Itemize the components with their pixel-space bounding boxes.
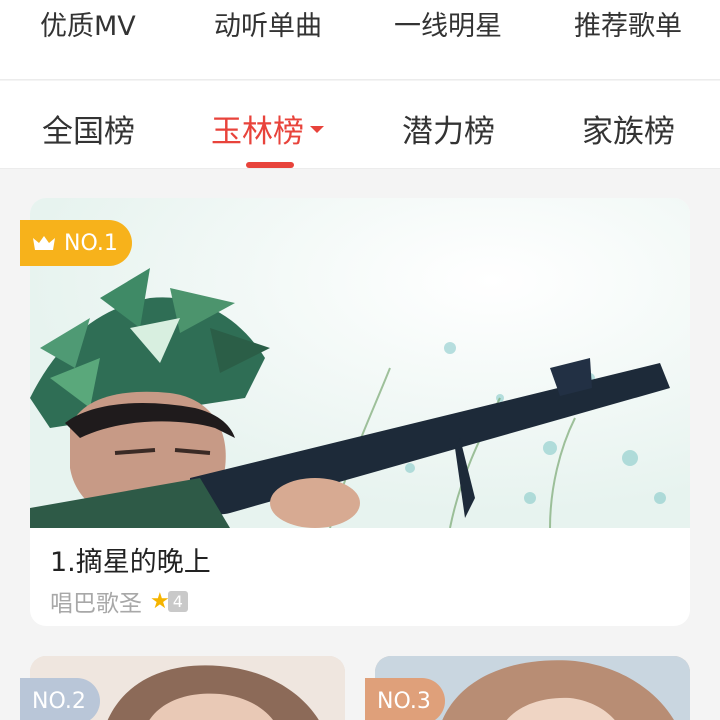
category-mv[interactable]: 优质MV — [40, 4, 136, 43]
tab-yulin[interactable]: 玉林榜 — [211, 106, 324, 151]
singer-level-badge: 4 — [167, 590, 188, 612]
rank-badge-3-label: NO.3 — [377, 688, 431, 714]
tab-potential[interactable]: 潜力榜 — [402, 106, 495, 151]
song-meta: 唱巴歌圣 ★ 4 — [50, 584, 188, 618]
top-category-bar: 优质MV 动听单曲 一线明星 推荐歌单 — [0, 0, 720, 80]
featured-song-card[interactable]: 1.摘星的晚上 唱巴歌圣 ★ 4 — [30, 198, 690, 626]
singer-name[interactable]: 唱巴歌圣 — [50, 584, 142, 618]
song-title[interactable]: 1.摘星的晚上 — [50, 540, 211, 579]
caret-down-icon — [310, 126, 324, 133]
category-playlists[interactable]: 推荐歌单 — [574, 4, 682, 43]
star-icon: ★ — [150, 588, 170, 614]
rank-tab-bar: 全国榜 玉林榜 潜力榜 家族榜 — [0, 81, 720, 169]
category-singles[interactable]: 动听单曲 — [214, 4, 322, 43]
tab-yulin-label: 玉林榜 — [211, 114, 304, 150]
rank-badge-1: NO.1 — [20, 220, 132, 266]
rank-badge-2: NO.2 — [20, 678, 100, 720]
rank-badge-3: NO.3 — [365, 678, 445, 720]
category-stars[interactable]: 一线明星 — [394, 4, 502, 43]
crown-icon — [33, 236, 55, 250]
active-tab-indicator — [246, 162, 294, 168]
tab-family[interactable]: 家族榜 — [582, 106, 675, 151]
rank-badge-1-label: NO.1 — [64, 230, 118, 256]
rank-badge-2-label: NO.2 — [32, 688, 86, 714]
tab-national[interactable]: 全国榜 — [42, 106, 135, 151]
